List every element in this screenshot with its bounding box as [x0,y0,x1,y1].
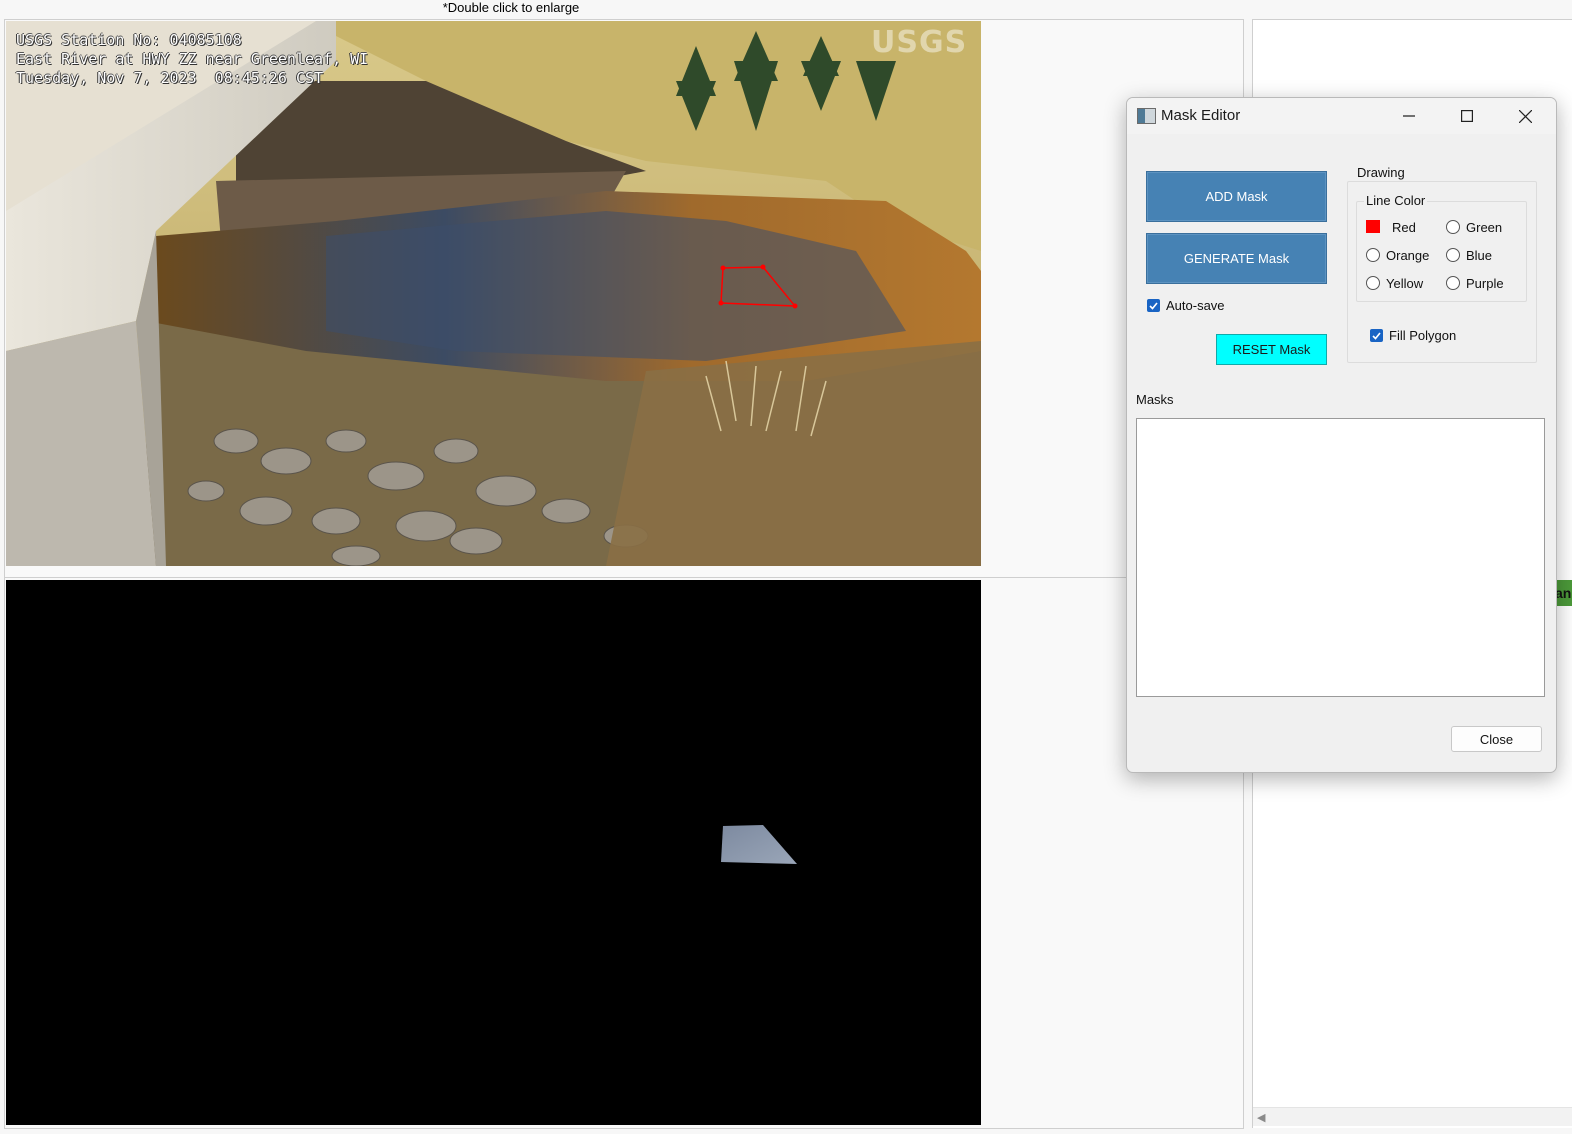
usgs-watermark: USGS [871,25,968,60]
overlay-location: East River at HWY ZZ near Greenleaf, WI [16,50,369,68]
generate-mask-button[interactable]: GENERATE Mask [1146,233,1327,284]
line-color-group-label: Line Color [1364,193,1428,208]
drawing-group-label: Drawing [1355,165,1407,180]
overlay-station: USGS Station No: 04085108 [16,31,242,49]
close-button[interactable]: Close [1451,726,1542,752]
mask-editor-dialog: Mask Editor ADD Mask GENERATE Mask Auto-… [1126,97,1557,773]
panel-divider [4,577,1244,578]
mask-preview[interactable] [6,580,981,1125]
fill-polygon-checkbox[interactable] [1370,329,1383,342]
masks-list[interactable] [1136,418,1545,697]
orange-label: Orange [1386,248,1430,263]
green-button-peek[interactable]: an [1555,580,1572,606]
blue-label: Blue [1466,248,1493,263]
purple-label: Purple [1466,276,1504,291]
minimize-button[interactable] [1380,98,1438,134]
minimize-icon [1403,115,1415,117]
auto-save-checkbox[interactable] [1147,299,1160,312]
reset-mask-button[interactable]: RESET Mask [1216,334,1327,365]
checkmark-icon [1372,332,1381,340]
green-label: Green [1466,220,1503,235]
yellow-label: Yellow [1386,276,1424,291]
maximize-button[interactable] [1438,98,1496,134]
close-window-button[interactable] [1496,98,1554,134]
dialog-title: Mask Editor [1161,107,1241,124]
overlay-timestamp: Tuesday, Nov 7, 2023 08:45:26 CST [16,69,324,87]
dialog-titlebar[interactable]: Mask Editor [1127,98,1556,134]
red-label: Red [1392,220,1416,235]
camera-image[interactable]: USGS Station No: 04085108 East River at H… [6,21,981,566]
yellow-radio[interactable] [1366,276,1380,290]
checkmark-icon [1149,302,1158,310]
orange-radio[interactable] [1366,248,1380,262]
scroll-left-icon[interactable]: ◀ [1257,1111,1265,1124]
maximize-icon [1461,110,1473,122]
close-icon [1518,109,1532,123]
camera-overlay-text: USGS Station No: 04085108 East River at H… [16,31,368,88]
blue-radio[interactable] [1446,248,1460,262]
add-mask-button[interactable]: ADD Mask [1146,171,1327,222]
app-icon [1137,108,1156,124]
enlarge-hint: *Double click to enlarge [442,0,580,15]
fill-polygon-label: Fill Polygon [1389,328,1457,343]
masks-label: Masks [1136,392,1174,407]
green-radio[interactable] [1446,220,1460,234]
green-button-peek-label: an [1555,585,1572,601]
auto-save-label: Auto-save [1166,298,1225,313]
red-radio-selected[interactable] [1366,220,1380,233]
masked-region [721,825,797,864]
horizontal-scrollbar[interactable]: ◀ [1253,1107,1572,1126]
purple-radio[interactable] [1446,276,1460,290]
